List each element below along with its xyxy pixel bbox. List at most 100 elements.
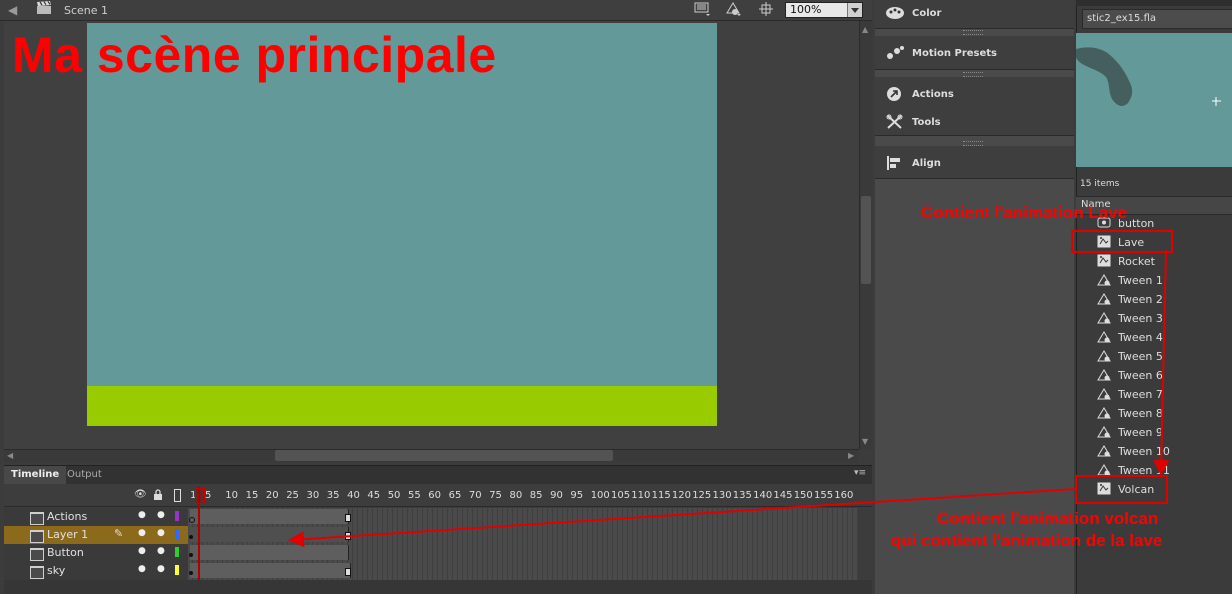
frame-number: 90: [550, 490, 563, 501]
lock-dot[interactable]: ●: [157, 510, 165, 520]
library-item[interactable]: Tween 8: [1097, 404, 1227, 423]
frame-number: 155: [814, 490, 834, 501]
visibility-dot[interactable]: ●: [138, 564, 146, 574]
panel-align[interactable]: Align: [885, 155, 1065, 173]
layer-frames[interactable]: [188, 508, 858, 527]
annotation-volcan-line2: qui contient l'animation de la lave: [891, 531, 1163, 550]
frame-span[interactable]: [190, 563, 351, 578]
layer-row[interactable]: sky ● ●: [4, 562, 188, 581]
library-document-name: stic2_ex15.fla: [1087, 13, 1156, 24]
keyframe-marker[interactable]: [189, 571, 193, 575]
timeline-header: 👁 1 5 10 15 20 25 30 35 40 45 50 55 60 65 70 75 80 85 90 95…: [4, 484, 872, 507]
layer-frames[interactable]: [188, 562, 858, 581]
frame-number: 15: [245, 490, 259, 501]
library-item-name: Tween 6: [1118, 369, 1163, 382]
frame-number: 10: [225, 490, 239, 501]
frame-number: 145: [773, 490, 793, 501]
keyframe-marker[interactable]: [189, 517, 195, 523]
scene-clapper-icon: [37, 1, 51, 14]
end-frame-marker[interactable]: [345, 514, 351, 522]
panel-grip[interactable]: [963, 30, 983, 35]
scroll-right-icon[interactable]: ▶: [848, 451, 854, 460]
center-stage-icon[interactable]: [757, 1, 775, 17]
frame-span[interactable]: [190, 527, 349, 542]
library-item-name: Tween 7: [1118, 388, 1163, 401]
end-frame-marker[interactable]: [345, 532, 351, 540]
back-arrow-icon[interactable]: ◀: [8, 3, 17, 17]
movieclip-symbol-icon: [1097, 254, 1111, 267]
frame-number: 25: [286, 490, 299, 501]
layer-row[interactable]: Button ● ●: [4, 544, 188, 563]
horizontal-scroll-thumb[interactable]: [275, 450, 613, 461]
frame-span[interactable]: [190, 509, 349, 524]
library-item[interactable]: Tween 2: [1097, 290, 1227, 309]
library-item-name: Tween 5: [1118, 350, 1163, 363]
layer-frames[interactable]: [188, 526, 858, 545]
frame-number: 55: [408, 490, 421, 501]
visibility-dot[interactable]: ●: [138, 510, 146, 520]
layer-name: Actions: [47, 510, 88, 523]
scroll-down-icon[interactable]: ▼: [862, 437, 868, 446]
scroll-up-icon[interactable]: ▲: [862, 25, 868, 34]
lock-dot[interactable]: ●: [157, 528, 165, 538]
graphic-symbol-icon: [1097, 369, 1111, 381]
layer-row[interactable]: Layer 1 ✎ ● ●: [4, 526, 188, 545]
visibility-dot[interactable]: ●: [138, 528, 146, 538]
layer-outline-color[interactable]: [175, 565, 179, 575]
chevron-down-icon[interactable]: [847, 3, 862, 17]
lock-dot[interactable]: ●: [157, 546, 165, 556]
library-item[interactable]: Tween 4: [1097, 328, 1227, 347]
tab-timeline[interactable]: Timeline: [4, 466, 67, 484]
frame-number: 130: [712, 490, 732, 501]
scene-bar: ◀ Scene 1 100%: [0, 0, 872, 21]
annotation-lave: Contient l'animation Lave: [921, 203, 1128, 222]
frame-ruler[interactable]: 1 5 10 15 20 25 30 35 40 45 50 55 60 65 70 75 80 85 90 95 10…: [4, 484, 872, 506]
library-item-name: Tween 4: [1118, 331, 1163, 344]
stage-title-text: Ma scène principale: [12, 27, 497, 83]
panel-motion-presets[interactable]: Motion Presets: [885, 45, 1065, 63]
library-item-name: Tween 8: [1118, 407, 1163, 420]
frame-span[interactable]: [190, 545, 349, 560]
library-item[interactable]: Rocket: [1097, 252, 1227, 271]
stage-ground[interactable]: [87, 386, 717, 426]
playhead-handle[interactable]: [195, 488, 205, 504]
library-item-name: Tween 10: [1118, 445, 1170, 458]
library-item[interactable]: Tween 9: [1097, 423, 1227, 442]
zoom-select[interactable]: 100%: [785, 2, 863, 18]
end-frame-marker[interactable]: [345, 568, 351, 576]
keyframe-marker[interactable]: [189, 553, 193, 557]
pencil-icon[interactable]: ✎: [114, 527, 123, 540]
library-item[interactable]: Tween 3: [1097, 309, 1227, 328]
panel-label-actions: Actions: [912, 89, 954, 100]
zoom-value: 100%: [790, 3, 822, 16]
library-item[interactable]: Tween 10: [1097, 442, 1227, 461]
annotation-volcan-line1: Contient l'animation volcan: [937, 509, 1159, 528]
panel-menu-icon[interactable]: ▾≡: [854, 468, 866, 478]
frame-number: 5: [205, 490, 212, 501]
panel-actions[interactable]: Actions: [885, 86, 1065, 104]
frame-number: 100: [590, 490, 610, 501]
panel-tools[interactable]: Tools: [885, 114, 1065, 132]
tab-output[interactable]: Output: [60, 466, 109, 484]
library-item[interactable]: Tween 5: [1097, 347, 1227, 366]
layer-frames[interactable]: [188, 544, 858, 563]
frame-number: 30: [306, 490, 320, 501]
layer-outline-color[interactable]: [175, 529, 179, 539]
edit-scene-icon[interactable]: [724, 1, 742, 17]
layer-outline-color[interactable]: [175, 547, 179, 557]
vertical-scroll-thumb[interactable]: [861, 196, 871, 284]
scroll-left-icon[interactable]: ◀: [7, 451, 13, 460]
panel-color[interactable]: Color: [885, 5, 1065, 23]
visibility-dot[interactable]: ●: [138, 546, 146, 556]
frame-number: 150: [793, 490, 813, 501]
keyframe-marker[interactable]: [189, 535, 193, 539]
graphic-symbol-icon: [1097, 350, 1111, 362]
edit-symbols-icon[interactable]: [694, 1, 712, 17]
library-item[interactable]: Tween 1: [1097, 271, 1227, 290]
library-document-select[interactable]: stic2_ex15.fla: [1082, 9, 1232, 29]
layer-row[interactable]: Actions ● ●: [4, 508, 188, 527]
layer-outline-color[interactable]: [175, 511, 179, 521]
library-item[interactable]: Tween 6: [1097, 366, 1227, 385]
lock-dot[interactable]: ●: [157, 564, 165, 574]
library-item[interactable]: Tween 7: [1097, 385, 1227, 404]
